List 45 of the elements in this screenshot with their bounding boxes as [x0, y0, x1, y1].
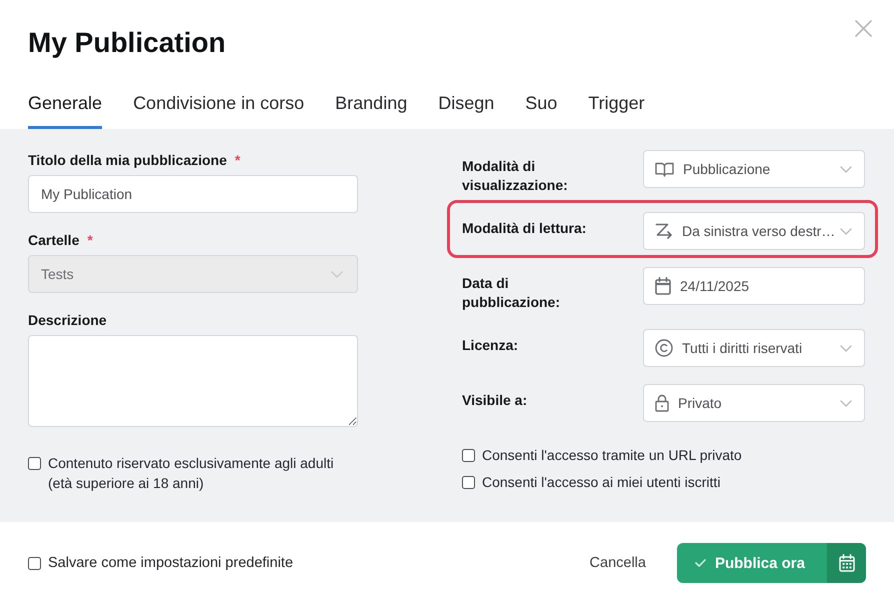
cancel-link[interactable]: Cancella	[590, 555, 646, 571]
check-icon	[694, 559, 706, 567]
checkbox[interactable]	[462, 449, 475, 462]
calendar-icon	[838, 554, 854, 572]
chevron-down-icon	[840, 344, 852, 352]
tab[interactable]: Suo	[525, 92, 558, 129]
tab[interactable]: Condivisione in corso	[133, 92, 304, 129]
tab[interactable]: Trigger	[588, 92, 645, 129]
dropdown[interactable]: Pubblicazione	[643, 150, 865, 188]
chevron-down-icon	[840, 166, 852, 172]
dropdown[interactable]: Privato	[643, 384, 865, 422]
field-label: Titolo della mia pubblicazione	[28, 151, 227, 170]
field-label: Licenza:	[462, 336, 520, 355]
book-icon	[655, 162, 674, 176]
checkbox[interactable]	[28, 557, 41, 570]
checkbox-label: Consenti l'accesso tramite un URL privato	[482, 446, 742, 465]
checkbox[interactable]	[28, 457, 41, 470]
dropdown[interactable]: Tutti i diritti riservati	[643, 329, 865, 367]
required-asterisk: *	[87, 231, 93, 250]
chevron-down-icon	[840, 228, 852, 234]
field-label: Modalità di visualizzazione:	[462, 157, 569, 195]
checkbox-label: Salvare come impostazioni predefinite	[48, 554, 294, 573]
tab[interactable]: Branding	[335, 92, 408, 129]
zigzag-arrow-icon	[655, 223, 673, 239]
field-label: Data di pubblicazione:	[462, 274, 561, 312]
date-field[interactable]: 24/11/2025	[643, 267, 865, 305]
schedule-button[interactable]	[827, 543, 866, 583]
field-label: Cartelle	[28, 231, 80, 250]
field-label: Visibile a:	[462, 391, 528, 410]
checkbox-label: Consenti l'accesso ai miei utenti iscritti	[482, 473, 720, 492]
tab[interactable]: Disegn	[438, 92, 494, 129]
dialog-title: My Publication	[28, 26, 226, 60]
required-asterisk: *	[234, 151, 240, 170]
text-field[interactable]: My Publication	[28, 175, 358, 213]
calendar-icon	[655, 277, 671, 295]
padlock-icon	[655, 394, 669, 412]
field-label: Descrizione	[28, 311, 107, 330]
copyright-icon	[655, 339, 673, 357]
chevron-down-icon	[840, 400, 852, 406]
dropdown[interactable]: Da sinistra verso destr…	[643, 212, 865, 250]
checkbox-label: Contenuto riservato esclusivamente agli adulti (età superiore ai 18 anni)	[48, 454, 335, 493]
field-label: Modalità di lettura:	[462, 219, 588, 238]
chevron-down-icon	[331, 270, 343, 278]
checkbox[interactable]	[462, 476, 475, 489]
description-field[interactable]	[28, 335, 358, 427]
